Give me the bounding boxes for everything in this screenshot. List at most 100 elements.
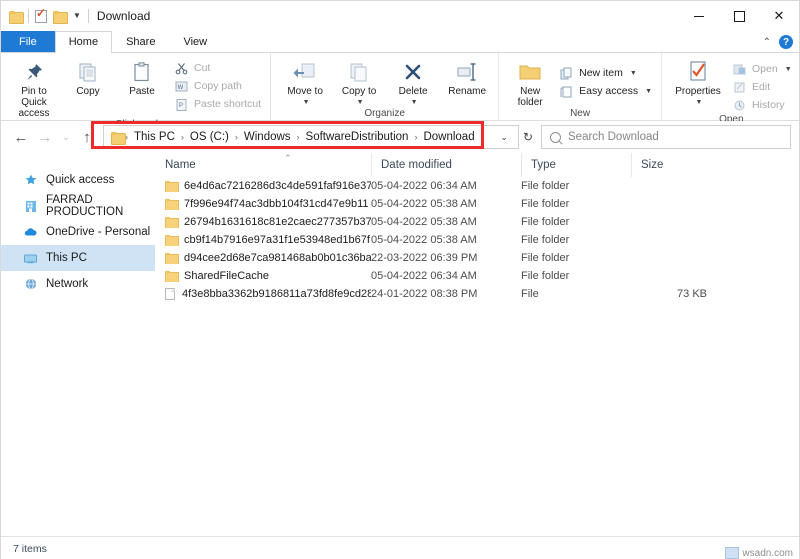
file-date: 05-04-2022 06:34 AM (371, 180, 477, 192)
column-header-size-label: Size (641, 159, 664, 171)
search-icon (547, 129, 564, 145)
column-header-type-label: Type (531, 159, 556, 171)
paste-shortcut-label: Paste shortcut (194, 98, 262, 110)
breadcrumb-bar[interactable]: › This PC › OS (C:) › Windows › Software… (103, 125, 519, 149)
properties-caret-icon[interactable]: ▼ (696, 97, 703, 108)
search-input[interactable]: Search Download (568, 131, 659, 143)
table-row[interactable]: 6e4d6ac7216286d3c4de591faf916e37 05-04-2… (156, 177, 799, 195)
folder-icon[interactable] (9, 10, 24, 24)
copy-path-button[interactable]: W Copy path (170, 77, 265, 95)
folder-icon (165, 252, 179, 264)
column-header-name-label: Name (165, 159, 196, 171)
paste-button[interactable]: Paste (116, 56, 168, 97)
tab-share[interactable]: Share (112, 31, 169, 52)
table-row[interactable]: cb9f14b7916e97a31f1e53948ed1b67f 05-04-2… (156, 231, 799, 249)
edit-button[interactable]: Edit (728, 78, 796, 96)
table-row[interactable]: 7f996e94f74ac3dbb104f31cd47e9b11 05-04-2… (156, 195, 799, 213)
breadcrumb-item-windows[interactable]: Windows (239, 131, 296, 143)
recent-locations-button[interactable]: ⌄ (57, 125, 75, 149)
sidebar-item-onedrive[interactable]: OneDrive - Personal (1, 219, 155, 245)
file-name: 6e4d6ac7216286d3c4de591faf916e37 (184, 180, 371, 192)
breadcrumb-item-this-pc[interactable]: This PC (129, 131, 180, 143)
file-type: File folder (521, 180, 570, 192)
new-item-caret-icon[interactable]: ▼ (630, 70, 637, 77)
table-row[interactable]: SharedFileCache 05-04-2022 06:34 AM File… (156, 267, 799, 285)
file-size: 73 KB (677, 288, 707, 300)
ribbon: ⌃ ? Pin to Quick access Copy Paste Cut W… (1, 35, 800, 130)
table-row[interactable]: 26794b1631618c81e2caec277357b370 05-04-2… (156, 213, 799, 231)
open-caret-icon[interactable]: ▼ (785, 66, 792, 73)
file-date: 05-04-2022 05:38 AM (371, 198, 477, 210)
pin-to-quick-access-button[interactable]: Pin to Quick access (8, 56, 60, 119)
chevron-up-icon[interactable]: ⌃ (763, 37, 771, 48)
address-bar: ← → ⌄ ↑ › This PC › OS (C:) › Windows › … (1, 121, 799, 153)
column-header-type[interactable]: Type (521, 153, 631, 177)
move-to-button[interactable]: Move to ▼ (279, 56, 331, 108)
easy-access-caret-icon[interactable]: ▼ (645, 88, 652, 95)
up-button[interactable]: ↑ (75, 125, 99, 149)
tab-home[interactable]: Home (54, 31, 113, 53)
open-button[interactable]: Open ▼ (728, 60, 796, 78)
rename-label: Rename (448, 86, 487, 97)
tab-file[interactable]: File (1, 31, 55, 52)
copy-button[interactable]: Copy (62, 56, 114, 97)
paste-shortcut-button[interactable]: P Paste shortcut (170, 95, 265, 113)
copy-to-caret-icon[interactable]: ▼ (357, 97, 364, 108)
group-label-organize: Organize (364, 108, 405, 119)
sidebar-item-this-pc[interactable]: This PC (1, 245, 155, 271)
column-headers: Name ⌃ Date modified Type Size (156, 153, 799, 177)
search-box[interactable]: Search Download (541, 125, 791, 149)
sidebar-item-network[interactable]: Network (1, 271, 155, 297)
delete-caret-icon[interactable]: ▼ (411, 97, 418, 108)
file-explorer-window: ▼ Download ✕ File Home Share View ⌃ ? (0, 0, 800, 559)
column-header-name[interactable]: Name ⌃ (156, 153, 371, 177)
easy-access-button[interactable]: Easy access ▼ (555, 82, 656, 100)
paste-icon (131, 58, 153, 86)
delete-button[interactable]: Delete ▼ (387, 56, 439, 108)
move-to-label: Move to (287, 86, 323, 97)
table-row[interactable]: d94cee2d68e7ca981468ab0b01c36ba3 22-03-2… (156, 249, 799, 267)
maximize-button[interactable] (719, 1, 759, 31)
new-folder-button[interactable]: New folder (507, 56, 553, 108)
properties-icon[interactable] (35, 7, 47, 23)
breadcrumb-item-download[interactable]: Download (418, 131, 479, 143)
this-pc-icon (23, 251, 38, 266)
properties-button[interactable]: Properties ▼ (670, 56, 726, 108)
sidebar-item-farrad-production[interactable]: FARRAD PRODUCTION (1, 193, 155, 219)
new-folder-icon[interactable] (53, 10, 68, 24)
file-icon (165, 288, 175, 300)
window-controls: ✕ (679, 1, 799, 31)
minimize-button[interactable] (679, 1, 719, 31)
forward-button[interactable]: → (33, 125, 57, 149)
properties-label: Properties (675, 86, 721, 97)
copy-to-button[interactable]: Copy to ▼ (333, 56, 385, 108)
column-header-size[interactable]: Size (631, 153, 721, 177)
chevron-down-icon[interactable]: ⌄ (494, 132, 514, 143)
edit-label: Edit (752, 81, 771, 93)
rename-button[interactable]: Rename (441, 56, 493, 97)
help-icon[interactable]: ? (779, 35, 793, 49)
scissors-icon (174, 61, 189, 76)
breadcrumb-item-os-c[interactable]: OS (C:) (185, 131, 234, 143)
close-button[interactable]: ✕ (759, 1, 799, 31)
column-header-date-modified[interactable]: Date modified (371, 153, 521, 177)
customize-chevron-icon[interactable]: ▼ (72, 12, 82, 20)
title-bar: ▼ Download ✕ (1, 1, 799, 31)
svg-text:P: P (179, 103, 183, 109)
breadcrumb-item-softwaredistribution[interactable]: SoftwareDistribution (301, 131, 414, 143)
file-type: File folder (521, 216, 570, 228)
new-item-button[interactable]: New item ▼ (555, 64, 656, 82)
status-bar: 7 items wsadn.com (1, 536, 799, 559)
move-to-caret-icon[interactable]: ▼ (303, 97, 310, 108)
refresh-icon[interactable]: ↻ (519, 130, 537, 144)
back-button[interactable]: ← (9, 125, 33, 149)
history-button[interactable]: History (728, 96, 796, 114)
file-name: cb9f14b7916e97a31f1e53948ed1b67f (184, 234, 370, 246)
table-row[interactable]: 4f3e8bba3362b9186811a73fd8fe9cd283... 24… (156, 285, 799, 303)
tab-view[interactable]: View (169, 31, 221, 52)
ribbon-group-open: Properties ▼ Open ▼ Edit History Open (662, 53, 800, 125)
sidebar-item-quick-access[interactable]: Quick access (1, 167, 155, 193)
cut-button[interactable]: Cut (170, 59, 265, 77)
folder-icon (165, 180, 179, 192)
paste-label: Paste (129, 86, 155, 97)
